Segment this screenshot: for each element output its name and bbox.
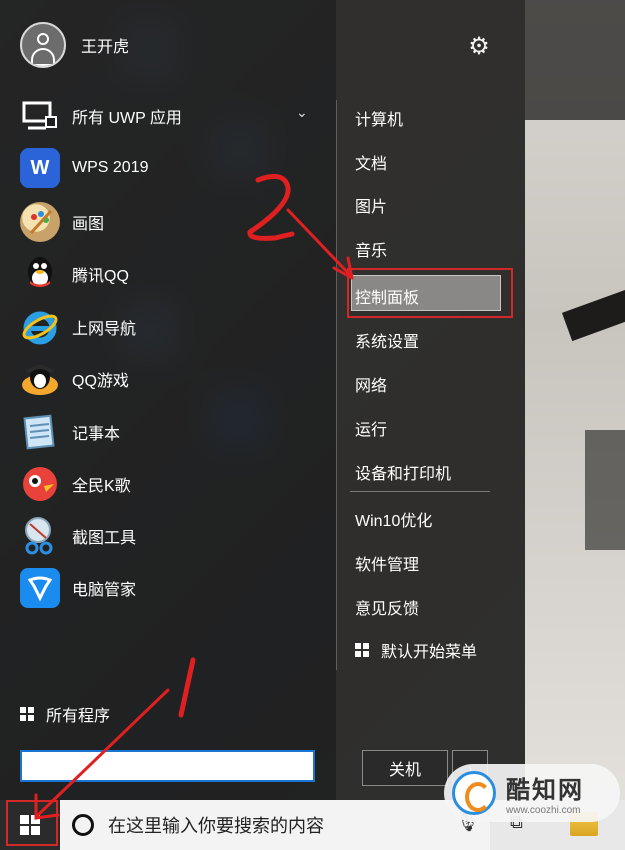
avatar xyxy=(20,22,66,68)
all-programs-label: 所有程序 xyxy=(46,708,111,725)
cortana-icon xyxy=(72,814,94,836)
link-default-start-menu[interactable]: 默认开始菜单 xyxy=(355,638,477,662)
app-item-ie[interactable]: 上网导航 xyxy=(20,305,320,349)
app-label: 画图 xyxy=(72,216,105,233)
app-item-uwp[interactable]: 所有 UWP 应用 xyxy=(20,94,320,138)
app-label: 全民K歌 xyxy=(72,478,131,495)
link-software-manager[interactable]: 软件管理 xyxy=(355,551,419,575)
snipping-tool-icon xyxy=(20,516,60,556)
app-label: QQ游戏 xyxy=(72,373,129,390)
link-run[interactable]: 运行 xyxy=(355,416,387,440)
pc-manager-icon xyxy=(20,568,60,608)
app-label: 截图工具 xyxy=(72,530,137,547)
column-divider xyxy=(336,100,337,670)
app-item-pc-manager[interactable]: 电脑管家 xyxy=(20,566,320,610)
app-item-snipping-tool[interactable]: 截图工具 xyxy=(20,514,320,558)
app-label: WPS 2019 xyxy=(72,159,149,176)
wps-icon: W xyxy=(20,148,60,188)
app-label: 记事本 xyxy=(72,426,121,443)
app-label: 上网导航 xyxy=(72,321,137,338)
link-documents[interactable]: 文档 xyxy=(355,150,387,174)
paint-icon xyxy=(20,202,60,242)
watermark: 酷知网 www.coozhi.com xyxy=(444,764,620,822)
annotation-highlight-box xyxy=(347,268,513,318)
menu-search-field[interactable] xyxy=(20,750,315,782)
app-item-notepad[interactable]: 记事本 xyxy=(20,410,320,454)
menu-search-input[interactable] xyxy=(22,752,313,780)
uwp-icon xyxy=(20,96,60,136)
app-label: 所有 UWP 应用 xyxy=(72,110,182,127)
wallpaper-photo xyxy=(525,0,625,800)
link-music[interactable]: 音乐 xyxy=(355,237,387,261)
grid-icon xyxy=(20,707,34,721)
link-network[interactable]: 网络 xyxy=(355,372,387,396)
app-item-paint[interactable]: 画图 xyxy=(20,200,320,244)
app-label: 电脑管家 xyxy=(72,582,137,599)
karaoke-icon xyxy=(20,464,60,504)
link-feedback[interactable]: 意见反馈 xyxy=(355,595,419,619)
coozhi-logo-icon xyxy=(452,771,496,815)
annotation-start-box xyxy=(6,800,58,846)
ie-icon xyxy=(20,307,60,347)
link-system-settings[interactable]: 系统设置 xyxy=(355,328,419,352)
all-programs-button[interactable]: 所有程序 xyxy=(20,702,110,726)
gear-icon[interactable]: ⚙ xyxy=(466,34,492,60)
link-label: 默认开始菜单 xyxy=(381,644,478,661)
user-name: 王开虎 xyxy=(81,39,130,56)
app-label: 腾讯QQ xyxy=(72,268,129,285)
app-item-wps[interactable]: W WPS 2019 xyxy=(20,146,320,190)
taskbar-search-box[interactable]: 在这里输入你要搜索的内容 xyxy=(60,800,490,850)
link-pictures[interactable]: 图片 xyxy=(355,193,387,217)
windows-icon xyxy=(355,643,369,657)
chevron-down-icon[interactable]: ⌄ xyxy=(296,104,308,121)
app-item-qq[interactable]: 腾讯QQ xyxy=(20,252,320,296)
link-devices-printers[interactable]: 设备和打印机 xyxy=(355,460,451,484)
watermark-title: 酷知网 xyxy=(506,776,584,804)
app-item-qq-game[interactable]: QQ游戏 xyxy=(20,357,320,401)
menu-divider xyxy=(350,491,490,492)
watermark-url: www.coozhi.com xyxy=(506,805,581,816)
link-win10-optimize[interactable]: Win10优化 xyxy=(355,507,432,531)
qq-game-icon xyxy=(20,359,60,399)
link-computer[interactable]: 计算机 xyxy=(355,106,403,130)
app-item-karaoke[interactable]: 全民K歌 xyxy=(20,462,320,506)
notepad-icon xyxy=(20,412,60,452)
qq-icon xyxy=(20,254,60,294)
shutdown-button[interactable]: 关机 xyxy=(362,750,448,786)
user-account[interactable]: 王开虎 xyxy=(20,22,320,68)
taskbar-search-placeholder: 在这里输入你要搜索的内容 xyxy=(108,816,324,836)
